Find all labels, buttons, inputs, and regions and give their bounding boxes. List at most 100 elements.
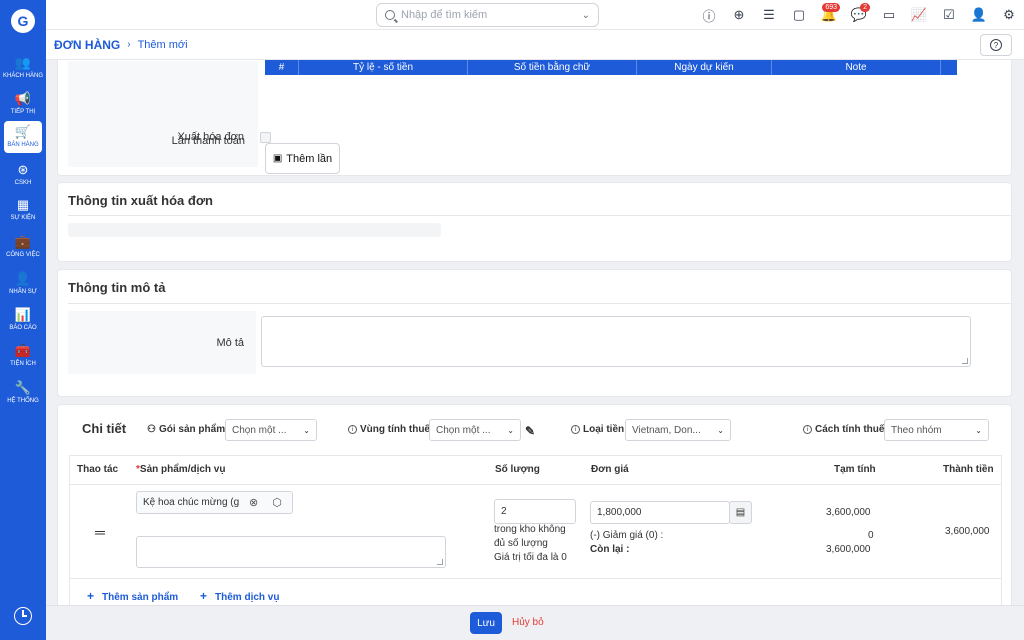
col-subtotal: Tạm tính [834, 464, 876, 475]
sidebar-item-5[interactable]: 💼 Công việc [4, 231, 42, 263]
sidebar-item-9[interactable]: 🔧 Hệ thống [4, 377, 42, 409]
remove-product-icon[interactable]: ⊗ [249, 496, 258, 509]
tax-zone-select[interactable]: Chọn một ... ⌄ [429, 419, 521, 441]
clock-icon[interactable] [14, 607, 32, 625]
add-service-button[interactable]: + Thêm dịch vụ [200, 589, 279, 603]
add-product-button[interactable]: + Thêm sản phẩm [87, 589, 178, 603]
app-logo[interactable]: G [11, 9, 35, 33]
breadcrumb-main[interactable]: ĐƠN HÀNG [54, 38, 120, 52]
invoice-export-label: Xuất hóa đơn [177, 131, 244, 143]
quantity-input[interactable]: 2 [494, 499, 576, 524]
sidebar-item-2[interactable]: 🛒 Bán hàng [4, 121, 42, 153]
description-label: Mô tả [216, 337, 244, 349]
gear-icon[interactable]: ⚙ [994, 0, 1024, 30]
search-icon [385, 10, 395, 20]
payment-card: # Tỷ lệ - số tiền Số tiền bằng chữ Ngày … [57, 60, 1012, 176]
price-list-icon[interactable]: ▤ [729, 501, 752, 524]
help-button[interactable]: ? [980, 34, 1012, 56]
user-icon[interactable]: 👤 [964, 0, 994, 30]
sidebar-item-label: Nhân sự [9, 289, 37, 295]
package-label: ⚇ Gói sản phẩm [147, 424, 226, 435]
checkbox-icon[interactable]: ☑ [934, 0, 964, 30]
sidebar-item-1[interactable]: 📢 Tiếp thị [4, 88, 42, 120]
box-icon[interactable]: ⬡ [272, 496, 282, 509]
stock-warning-1: trong kho không [494, 524, 566, 535]
sidebar-item-label: Hệ thống [7, 398, 39, 404]
sidebar-item-4[interactable]: ▦ Sự kiện [4, 194, 42, 226]
sidebar-item-label: Báo cáo [9, 325, 37, 331]
info-icon: i [348, 425, 357, 434]
package-select[interactable]: Chọn một ... ⌄ [225, 419, 317, 441]
edit-icon[interactable]: ✎ [525, 424, 535, 438]
chart-icon[interactable]: 📈 [904, 0, 934, 30]
briefcase-icon: 💼 [14, 234, 32, 249]
save-button[interactable]: Lưu [470, 612, 502, 634]
wrench-icon: 🔧 [14, 380, 32, 395]
sidebar-item-label: Công việc [6, 252, 40, 258]
breadcrumb: ĐƠN HÀNG › Thêm mới ? [46, 30, 1024, 60]
list-icon[interactable]: ☰ [754, 0, 784, 30]
add-payment-label: Thêm lần [286, 152, 333, 165]
col-total: Thành tiền [943, 464, 994, 475]
add-circle-icon[interactable]: ⊕ [724, 0, 754, 30]
col-note: Note [772, 60, 941, 75]
footer-bar: Lưu Hủy bỏ [46, 605, 1024, 640]
chevron-down-icon[interactable]: ⌄ [582, 10, 590, 21]
chevron-down-icon: ⌄ [975, 425, 982, 435]
drag-handle-icon[interactable]: ═ [95, 524, 105, 540]
info-icon: i [803, 425, 812, 434]
description-textarea[interactable] [261, 316, 971, 367]
chevron-right-icon: › [127, 39, 131, 50]
copy-icon[interactable]: ▢ [784, 0, 814, 30]
sidebar: G 👥 Khách hàng 📢 Tiếp thị 🛒 Bán hàng ⊛ CSKH ▦ Sự … [0, 0, 46, 640]
sidebar-item-label: Tiếp thị [10, 109, 36, 115]
sidebar-item-6[interactable]: 👤 Nhân sự [4, 268, 42, 300]
chevron-down-icon: ⌄ [303, 425, 310, 435]
sidebar-item-8[interactable]: 🧰 Tiện ích [4, 340, 42, 372]
col-quantity: Số lượng [495, 464, 540, 475]
invoice-export-checkbox[interactable] [260, 132, 271, 143]
currency-select[interactable]: Vietnam, Don... ⌄ [625, 419, 731, 441]
currency-label: i Loại tiền [571, 424, 624, 435]
invoice-info-card: Thông tin xuất hóa đơn [57, 182, 1012, 262]
chevron-down-icon: ⌄ [717, 425, 724, 435]
tax-method-label: i Cách tính thuế [803, 424, 884, 435]
sidebar-item-3[interactable]: ⊛ CSKH [4, 159, 42, 191]
add-payment-button[interactable]: ▣ Thêm lần [265, 143, 340, 174]
remaining-value: 3,600,000 [826, 544, 871, 555]
plus-icon: + [87, 589, 95, 603]
cart-icon: 🛒 [14, 124, 32, 139]
label-panel [68, 61, 258, 167]
chat-icon[interactable]: 💬 2 [844, 0, 874, 30]
tax-method-select[interactable]: Theo nhóm ⌄ [884, 419, 989, 441]
calendar-icon[interactable]: ▭ [874, 0, 904, 30]
alert-icon[interactable]: ⓘ [694, 0, 724, 30]
utility-icon: 🧰 [14, 343, 32, 358]
detail-title: Chi tiết [82, 421, 127, 436]
tax-zone-label: i Vùng tính thuế [348, 424, 430, 435]
cancel-button[interactable]: Hủy bỏ [512, 617, 544, 628]
notification-badge: 693 [822, 3, 840, 12]
col-amount-words: Số tiền bằng chữ [468, 60, 637, 75]
subtotal-value: 3,600,000 [826, 507, 871, 518]
calendar-icon: ▦ [16, 197, 30, 212]
calendar-plus-icon: ▣ [272, 153, 283, 164]
bell-icon[interactable]: 🔔 693 [814, 0, 844, 30]
search-box[interactable]: Nhập để tìm kiếm ⌄ [376, 3, 599, 27]
invoice-info-title: Thông tin xuất hóa đơn [68, 193, 213, 208]
breadcrumb-sub: Thêm mới [137, 38, 188, 51]
person-icon: 👤 [14, 271, 32, 286]
unit-price-input[interactable]: 1,800,000 [590, 501, 730, 524]
product-name: Kệ hoa chúc mừng (gi [143, 497, 239, 508]
report-icon: 📊 [14, 307, 32, 322]
col-product: *Sản phẩm/dịch vụ [136, 464, 226, 475]
sidebar-item-label: Tiện ích [10, 361, 36, 367]
product-note-textarea[interactable] [136, 536, 446, 568]
question-icon: ? [990, 39, 1002, 51]
sidebar-item-0[interactable]: 👥 Khách hàng [3, 52, 44, 84]
chevron-down-icon: ⌄ [507, 425, 514, 435]
search-placeholder: Nhập để tìm kiếm [401, 9, 488, 21]
sidebar-item-7[interactable]: 📊 Báo cáo [4, 304, 42, 336]
sidebar-item-label: Khách hàng [3, 73, 44, 79]
payment-table-header: # Tỷ lệ - số tiền Số tiền bằng chữ Ngày … [265, 60, 957, 75]
